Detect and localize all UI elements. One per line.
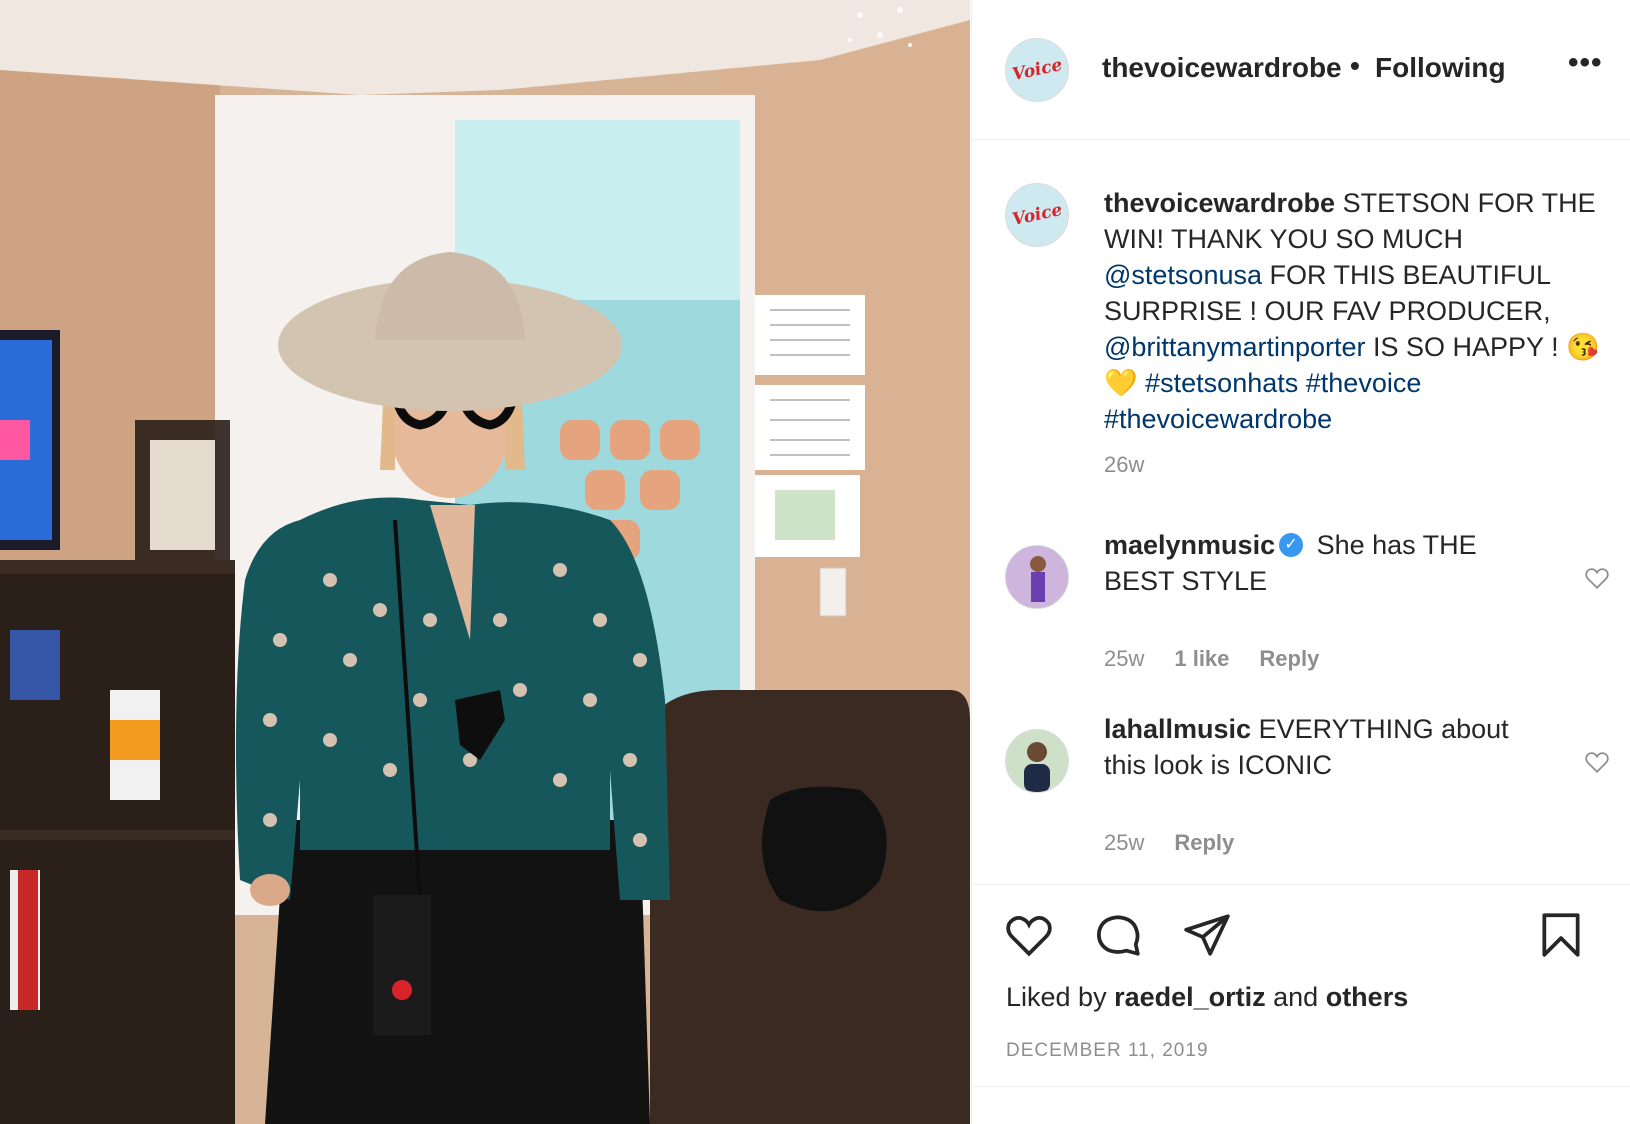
comment-timestamp[interactable]: 25w <box>1104 646 1144 672</box>
hashtag-link[interactable]: #thevoicewardrobe <box>1104 404 1332 434</box>
commenter-avatar[interactable] <box>1005 545 1069 609</box>
comment-icon[interactable] <box>1093 910 1143 960</box>
liked-by-prefix: Liked by <box>1006 982 1115 1012</box>
comment: maelynmusic ✓ She has THE BEST STYLE <box>1104 527 1544 599</box>
avatar-logo-text: Voice <box>1010 199 1064 231</box>
liked-by-user[interactable]: raedel_ortiz <box>1114 982 1266 1012</box>
share-icon[interactable] <box>1182 910 1232 960</box>
commenter-avatar[interactable] <box>1005 729 1069 793</box>
hashtag-link[interactable]: #thevoice <box>1306 368 1422 398</box>
liked-by-others[interactable]: others <box>1326 982 1409 1012</box>
post-sidebar: Voice thevoicewardrobe • Following ••• V… <box>971 0 1630 1124</box>
post-date[interactable]: DECEMBER 11, 2019 <box>1006 1040 1209 1062</box>
caption-username[interactable]: thevoicewardrobe <box>1104 188 1335 218</box>
following-button[interactable]: Following <box>1375 52 1506 84</box>
comment-meta: 25w Reply <box>1104 830 1234 856</box>
photo-illustration <box>0 0 970 1124</box>
comment-meta: 25w 1 like Reply <box>1104 646 1319 672</box>
reply-button[interactable]: Reply <box>1259 646 1319 672</box>
mention-link[interactable]: @stetsonusa <box>1104 260 1262 290</box>
caption-timestamp[interactable]: 26w <box>1104 452 1144 478</box>
post-caption: thevoicewardrobe STETSON FOR THE WIN! TH… <box>1104 185 1604 437</box>
actions-divider <box>972 884 1630 885</box>
comment-username[interactable]: lahallmusic <box>1104 714 1251 744</box>
verified-icon: ✓ <box>1279 532 1304 557</box>
comment-username[interactable]: maelynmusic <box>1104 530 1275 560</box>
reply-button[interactable]: Reply <box>1174 830 1234 856</box>
liked-by: Liked by raedel_ortiz and others <box>1006 982 1408 1013</box>
comment-heart-icon[interactable] <box>1584 749 1610 775</box>
bottom-divider <box>972 1086 1630 1087</box>
avatar-image <box>1006 730 1068 792</box>
post-photo[interactable] <box>0 0 970 1124</box>
bookmark-icon[interactable] <box>1536 910 1586 960</box>
hashtag-link[interactable]: #stetsonhats <box>1145 368 1298 398</box>
comment-like-count[interactable]: 1 like <box>1174 646 1229 672</box>
comment-timestamp[interactable]: 25w <box>1104 830 1144 856</box>
mention-link[interactable]: @brittanymartinporter <box>1104 332 1366 362</box>
avatar-logo-text: Voice <box>1010 54 1064 86</box>
more-options-icon[interactable]: ••• <box>1568 46 1603 80</box>
post-header: Voice thevoicewardrobe • Following ••• <box>972 0 1630 140</box>
avatar-image <box>1006 546 1068 608</box>
liked-by-and: and <box>1265 982 1326 1012</box>
comment-heart-icon[interactable] <box>1584 565 1610 591</box>
comment: lahallmusic EVERYTHING about this look i… <box>1104 711 1544 783</box>
caption-avatar[interactable]: Voice <box>1005 183 1069 247</box>
heart-icon[interactable] <box>1004 910 1054 960</box>
caption-text: IS SO HAPPY ! <box>1365 332 1567 362</box>
author-avatar[interactable]: Voice <box>1005 38 1069 102</box>
author-username[interactable]: thevoicewardrobe <box>1102 52 1342 84</box>
separator-dot: • <box>1350 50 1360 81</box>
